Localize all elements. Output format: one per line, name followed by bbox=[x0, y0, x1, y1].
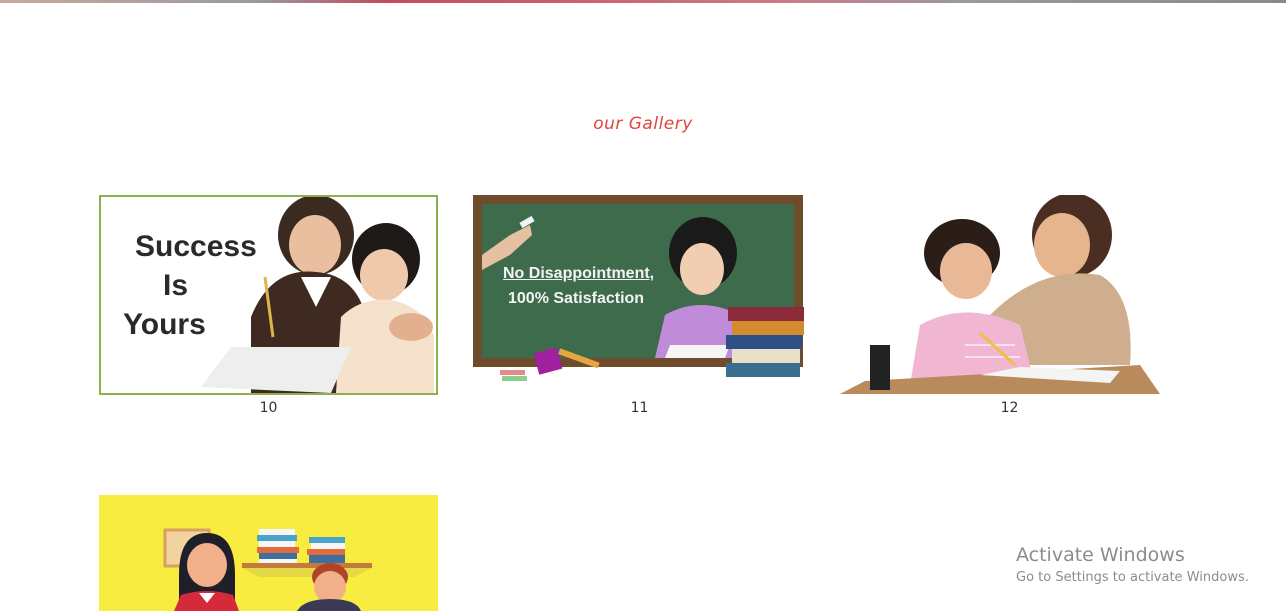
image-text-line: No Disappointment, bbox=[503, 265, 655, 282]
gallery-image-11[interactable]: No Disappointment, 100% Satisfaction bbox=[470, 195, 809, 395]
gallery-item-11[interactable]: No Disappointment, 100% Satisfaction 11 bbox=[470, 195, 809, 416]
top-banner-strip bbox=[0, 0, 1286, 3]
gallery-image-12[interactable] bbox=[840, 195, 1179, 395]
gallery-caption: 10 bbox=[259, 400, 278, 416]
windows-activation-watermark: Activate Windows Go to Settings to activ… bbox=[1016, 544, 1249, 585]
gallery-item-12[interactable]: 12 bbox=[840, 195, 1179, 416]
cartoon-teacher-student-image bbox=[99, 495, 438, 611]
gallery-item-10[interactable]: Success Is Yours 10 bbox=[99, 195, 438, 416]
image-text-line: 100% Satisfaction bbox=[508, 290, 645, 307]
teacher-helping-girl-image bbox=[840, 195, 1179, 395]
image-text-line: Success bbox=[135, 230, 257, 263]
gallery-image-10[interactable]: Success Is Yours bbox=[99, 195, 438, 395]
gallery-caption: 11 bbox=[630, 400, 649, 416]
gallery-heading: our Gallery bbox=[593, 114, 693, 134]
image-text-line: Yours bbox=[123, 308, 206, 341]
image-text-line: Is bbox=[163, 269, 189, 302]
gallery-image-13[interactable] bbox=[99, 495, 438, 611]
watermark-subtitle: Go to Settings to activate Windows. bbox=[1016, 570, 1249, 585]
watermark-title: Activate Windows bbox=[1016, 544, 1185, 566]
gallery-caption: 12 bbox=[1000, 400, 1019, 416]
gallery-item-13[interactable] bbox=[99, 495, 438, 611]
